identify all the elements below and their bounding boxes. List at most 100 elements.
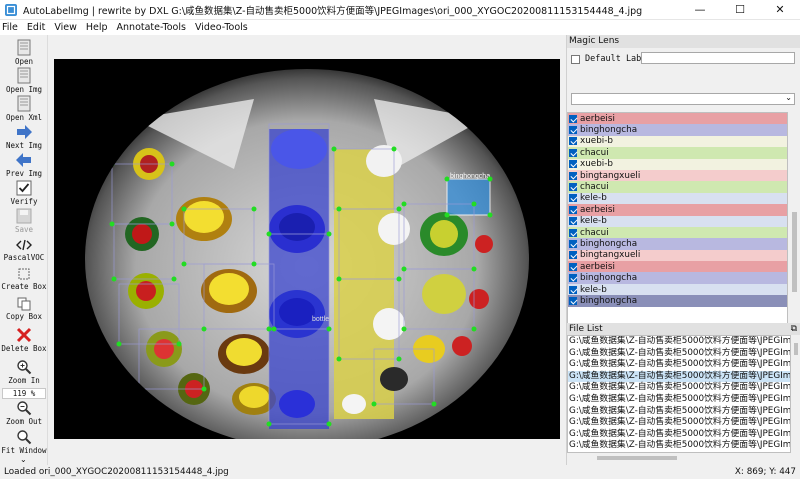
menu-help[interactable]: Help: [86, 22, 108, 33]
label-list-item[interactable]: chacui: [568, 181, 787, 193]
label-visible-checkbox[interactable]: [569, 126, 577, 135]
file-list-item[interactable]: G:\咸鱼数据集\Z-自动售卖柜5000饮料方便面等\JPEGImages\: [568, 394, 790, 406]
menu-file[interactable]: File: [2, 22, 18, 33]
label-list-item[interactable]: kele-b: [568, 192, 787, 205]
format-label: PascalVOC: [3, 253, 45, 262]
label-visible-checkbox[interactable]: [569, 296, 577, 305]
label-visible-checkbox[interactable]: [569, 148, 577, 157]
zoom-in-button[interactable]: Zoom In: [0, 359, 48, 385]
zoom-value-field[interactable]: 119 %: [2, 388, 46, 399]
next-img-button[interactable]: Next Img: [0, 124, 48, 150]
minimize-button[interactable]: —: [680, 0, 720, 20]
cursor-coordinates: X: 869; Y: 447: [734, 467, 796, 477]
close-button[interactable]: ✕: [760, 0, 800, 20]
save-disk-icon: [16, 208, 32, 224]
label-list-scroll-thumb[interactable]: [792, 212, 797, 292]
label-list-item[interactable]: chacui: [568, 147, 787, 159]
label-list-item-text: binghongcha: [580, 238, 638, 249]
label-visible-checkbox[interactable]: [569, 228, 577, 237]
label-list-item[interactable]: aerbeisi: [568, 261, 787, 273]
label-list-item[interactable]: kele-b: [568, 215, 787, 227]
file-list-item[interactable]: G:\咸鱼数据集\Z-自动售卖柜5000饮料方便面等\JPEGImages\: [568, 429, 790, 441]
file-list-hscrollbar[interactable]: [567, 453, 800, 463]
zoom-out-button[interactable]: Zoom Out: [0, 400, 48, 426]
file-list-scroll-thumb[interactable]: [794, 343, 798, 355]
label-visible-checkbox[interactable]: [569, 251, 577, 260]
file-list-hscroll-thumb[interactable]: [597, 456, 677, 460]
prev-img-button[interactable]: Prev Img: [0, 152, 48, 178]
canvas-horizontal-scrollbar[interactable]: [48, 441, 566, 452]
label-list-item-text: binghongcha: [580, 295, 638, 306]
label-visible-checkbox[interactable]: [569, 285, 577, 294]
label-list-item[interactable]: aerbeisi: [568, 113, 787, 125]
label-visible-checkbox[interactable]: [569, 137, 577, 146]
label-list-scrollbar[interactable]: [789, 112, 800, 348]
file-list-vscrollbar[interactable]: [791, 335, 800, 453]
verify-check-icon: [16, 180, 32, 196]
open-xml-label: Open Xml: [5, 113, 43, 122]
label-list-item-text: aerbeisi: [580, 113, 615, 124]
label-list-item-text: chacui: [580, 147, 609, 158]
label-visible-checkbox[interactable]: [569, 160, 577, 169]
label-list-item[interactable]: bingtangxueli: [568, 169, 787, 182]
menu-edit[interactable]: Edit: [27, 22, 45, 33]
selected-annotation-box[interactable]: [446, 178, 491, 216]
label-list-item-text: aerbeisi: [580, 204, 615, 215]
menu-view[interactable]: View: [54, 22, 77, 33]
file-list-item[interactable]: G:\咸鱼数据集\Z-自动售卖柜5000饮料方便面等\JPEGImages\: [568, 382, 790, 394]
chevron-down-icon: ⌄: [785, 93, 792, 102]
app-icon: [5, 3, 17, 16]
label-list-item[interactable]: binghongcha: [568, 124, 787, 136]
menu-video-tools[interactable]: Video-Tools: [195, 22, 248, 33]
default-label-input[interactable]: [641, 52, 795, 64]
delete-box-button[interactable]: Delete Box: [0, 327, 48, 353]
label-list-item[interactable]: binghongcha: [568, 238, 787, 250]
label-visible-checkbox[interactable]: [569, 217, 577, 226]
default-label-checkbox[interactable]: [571, 54, 580, 64]
label-list-item[interactable]: xuebi-b: [568, 158, 787, 170]
label-list-item[interactable]: kele-b: [568, 283, 787, 296]
create-box-button[interactable]: Create Box: [0, 267, 48, 291]
label-visible-checkbox[interactable]: [569, 205, 577, 214]
label-visible-checkbox[interactable]: [569, 262, 577, 271]
copy-box-label: Copy Box: [5, 312, 43, 321]
label-visible-checkbox[interactable]: [569, 274, 577, 283]
file-list-item[interactable]: G:\咸鱼数据集\Z-自动售卖柜5000饮料方便面等\JPEGImages\: [568, 359, 790, 371]
label-list-item[interactable]: bingtangxueli: [568, 249, 787, 262]
file-list-item[interactable]: G:\咸鱼数据集\Z-自动售卖柜5000饮料方便面等\JPEGImages\: [568, 406, 790, 418]
open-xml-button[interactable]: Open Xml: [0, 95, 48, 122]
zoom-out-icon: [17, 401, 32, 416]
label-filter-dropdown[interactable]: ⌄: [571, 93, 795, 105]
format-button[interactable]: PascalVOC: [0, 238, 48, 262]
menu-annotate-tools[interactable]: Annotate-Tools: [117, 22, 186, 33]
open-img-button[interactable]: Open Img: [0, 67, 48, 94]
label-list-item[interactable]: binghongcha: [568, 272, 787, 284]
label-visible-checkbox[interactable]: [569, 171, 577, 180]
file-list-item[interactable]: G:\咸鱼数据集\Z-自动售卖柜5000饮料方便面等\JPEGImages\: [568, 417, 790, 429]
label-visible-checkbox[interactable]: [569, 183, 577, 192]
label-visible-checkbox[interactable]: [569, 114, 577, 123]
label-list-item[interactable]: chacui: [568, 226, 787, 239]
label-list-item-text: aerbeisi: [580, 261, 615, 272]
image-canvas[interactable]: binghongcha bottle: [54, 59, 560, 439]
open-button[interactable]: Open: [0, 39, 48, 66]
file-list-item[interactable]: G:\咸鱼数据集\Z-自动售卖柜5000饮料方便面等\JPEGImages\: [568, 370, 790, 383]
verify-button[interactable]: Verify: [0, 180, 48, 206]
label-list-item[interactable]: binghongcha: [568, 295, 787, 307]
file-list-item[interactable]: G:\咸鱼数据集\Z-自动售卖柜5000饮料方便面等\JPEGImages\: [568, 440, 790, 452]
file-list-item[interactable]: G:\咸鱼数据集\Z-自动售卖柜5000饮料方便面等\JPEGImages\: [568, 348, 790, 360]
box-label-bottle: bottle: [312, 316, 329, 323]
copy-box-button[interactable]: Copy Box: [0, 297, 48, 321]
label-visible-checkbox[interactable]: [569, 194, 577, 203]
fit-window-button[interactable]: Fit Window: [0, 429, 48, 455]
save-button[interactable]: Save: [0, 208, 48, 234]
label-list-item-text: chacui: [580, 227, 609, 238]
file-list-item[interactable]: G:\咸鱼数据集\Z-自动售卖柜5000饮料方便面等\JPEGImages\: [568, 336, 790, 348]
label-visible-checkbox[interactable]: [569, 239, 577, 248]
label-list-item[interactable]: aerbeisi: [568, 204, 787, 216]
save-label: Save: [14, 225, 34, 234]
label-list-item[interactable]: xuebi-b: [568, 135, 787, 148]
fit-window-icon: [17, 430, 32, 445]
toolbar-more-chevron-icon[interactable]: ⌄: [20, 455, 27, 464]
maximize-button[interactable]: ☐: [720, 0, 760, 20]
